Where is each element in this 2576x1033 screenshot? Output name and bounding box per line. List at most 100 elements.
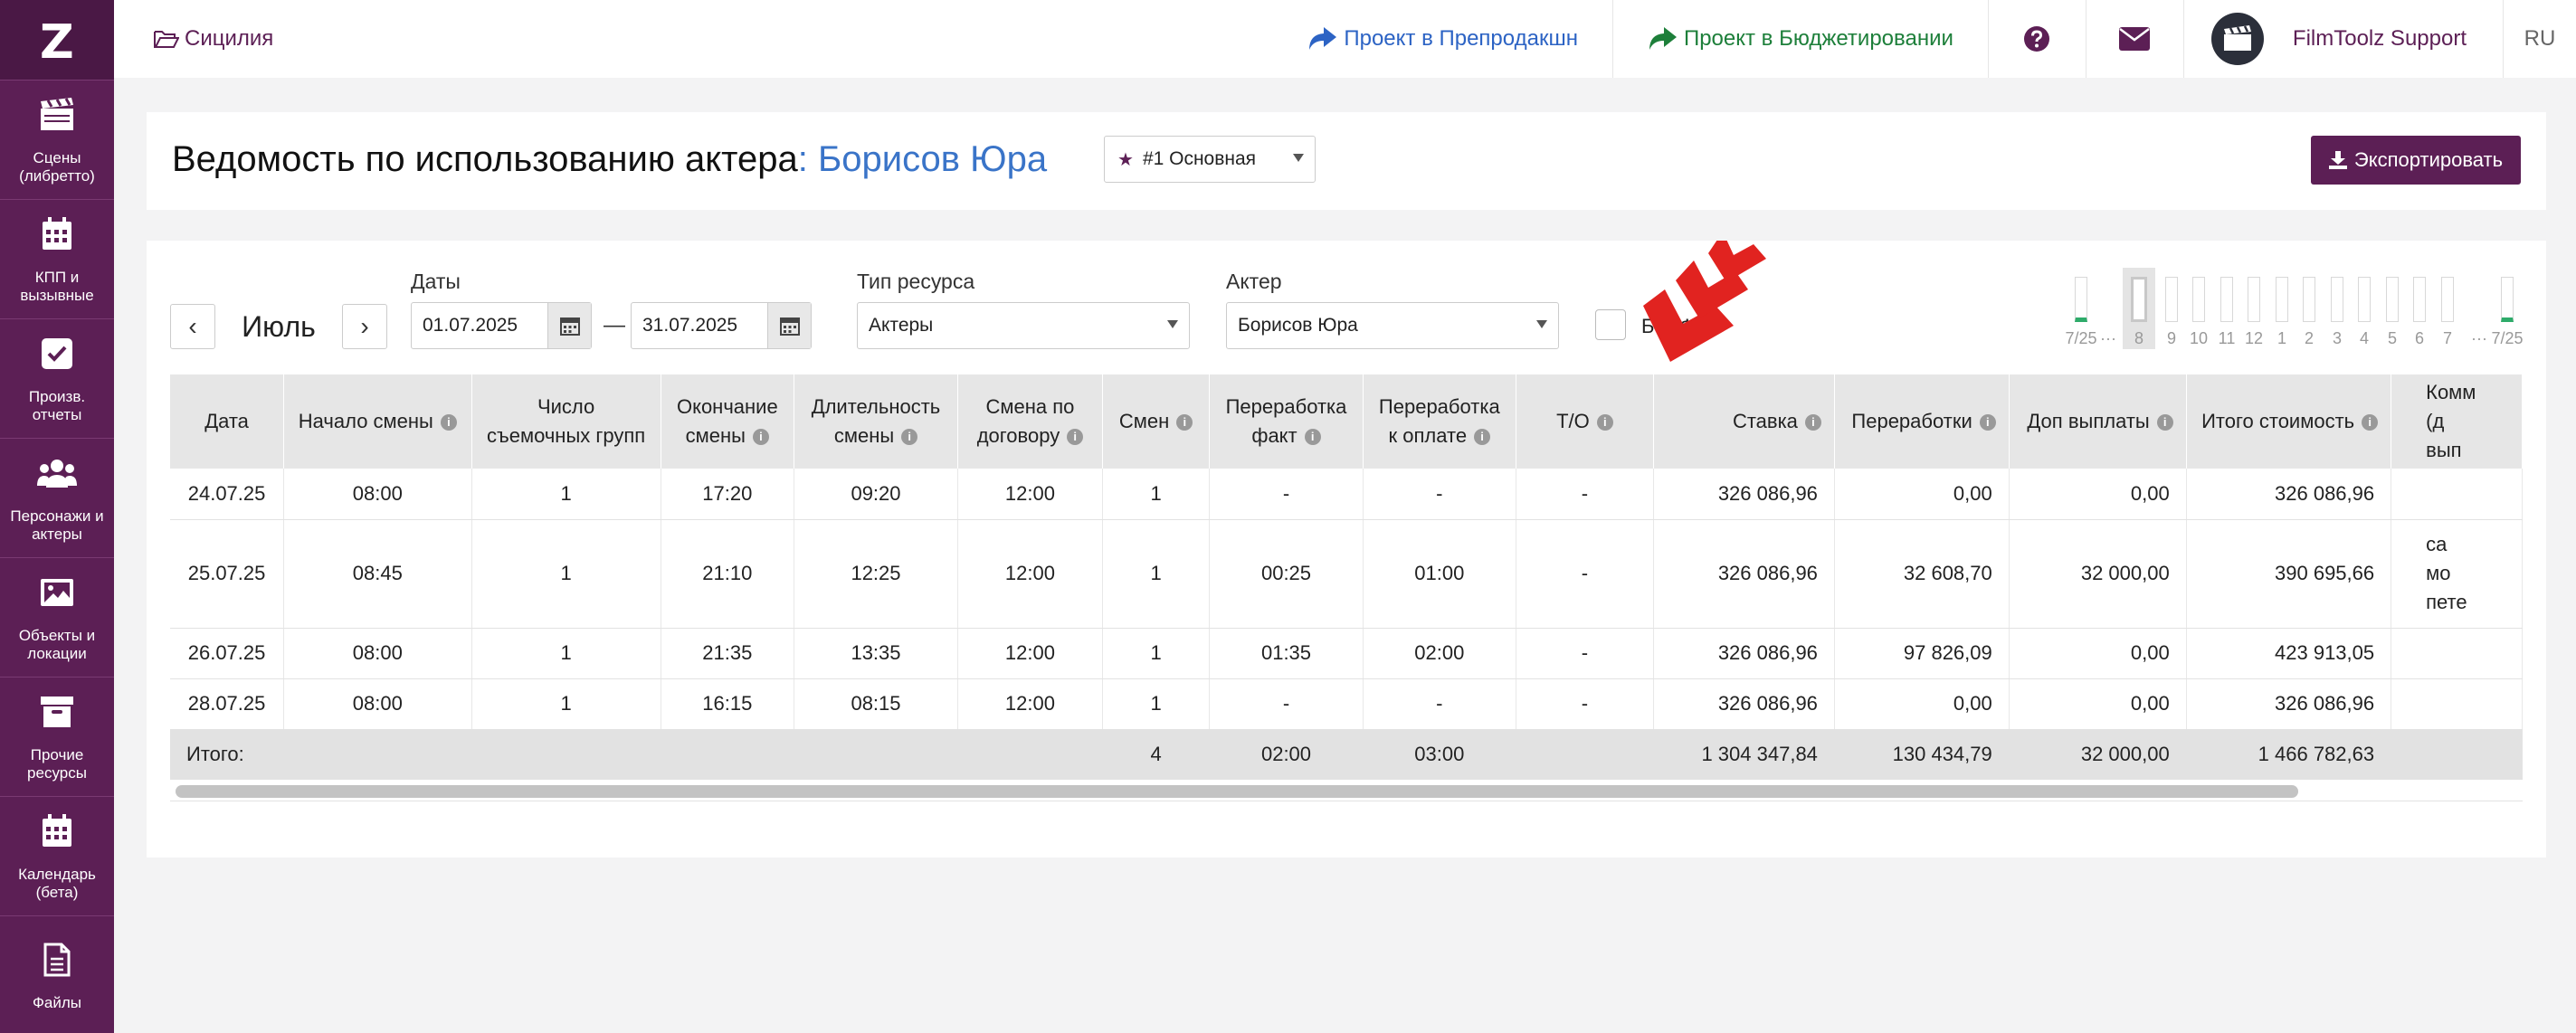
horizontal-scrollbar[interactable] [170,783,2523,801]
user-menu[interactable]: FilmToolz Support [2184,0,2504,78]
version-select[interactable]: ★ #1 Основная [1104,136,1316,183]
timeline-bar[interactable] [2165,277,2178,322]
timeline-bar[interactable] [2220,277,2233,322]
info-icon[interactable]: i [440,414,457,431]
col-end[interactable]: Окончание смены i [661,374,794,469]
col-rate[interactable]: Ставка i [1653,374,1835,469]
col-date[interactable]: Дата [170,374,285,469]
sidebar-item-other-resources[interactable]: Прочие ресурсы [0,677,114,796]
title-colon: : [797,139,808,179]
timeline-bar[interactable] [2276,277,2288,322]
timeline-bar[interactable] [2501,277,2514,322]
info-icon[interactable]: i [1176,414,1193,431]
table-row[interactable]: 24.07.25 08:00 1 17:20 09:20 12:00 1 - -… [170,469,2523,520]
budgeting-link[interactable]: Проект в Бюджетировании [1613,0,1989,78]
next-month-button[interactable]: › [342,304,387,349]
info-icon[interactable]: i [2362,414,2379,431]
cell-rate: 326 086,96 [1653,469,1835,520]
sidebar-item-scenes[interactable]: Сцены (либретто) [0,80,114,199]
sidebar-item-locations[interactable]: Объекты и локации [0,557,114,677]
cell-ot-pay: 02:00 [1363,628,1516,679]
resource-type-select[interactable]: Актеры [857,302,1190,349]
red-arrow-annotation [1643,241,1766,362]
col-ot-pay[interactable]: Переработка к оплате i [1363,374,1516,469]
mini-timeline[interactable]: 7/25 ··· 8 9 10 11 12 1 2 3 4 5 6 7 ··· … [2065,268,2524,358]
cell-ot-fact: 01:35 [1209,628,1364,679]
sidebar-item-label: Календарь (бета) [18,865,96,901]
sidebar-item-label: Персонажи и актеры [10,507,104,543]
table-row[interactable]: 26.07.25 08:00 1 21:35 13:35 12:00 1 01:… [170,628,2523,679]
col-duration[interactable]: Длительность смены i [794,374,959,469]
cell-total: 390 695,66 [2186,519,2392,629]
col-total[interactable]: Итого стоимость i [2186,374,2392,469]
info-icon[interactable]: i [1304,429,1321,446]
total-comment [2391,729,2523,780]
cell-ot-fact: 00:25 [1209,519,1364,629]
actor-label: Актер [1226,270,1282,293]
col-shifts[interactable]: Смен i [1102,374,1211,469]
cell-shifts: 1 [1102,628,1211,679]
info-icon[interactable]: i [2156,414,2173,431]
col-ot-fact[interactable]: Переработка факт i [1209,374,1364,469]
col-comment[interactable]: Комм (д вып [2391,374,2523,469]
timeline-bar[interactable] [2248,277,2260,322]
timeline-bar[interactable] [2303,277,2315,322]
no-fk-checkbox[interactable] [1595,309,1626,340]
preproduction-link[interactable]: Проект в Препродакшн [1273,0,1613,78]
language-switcher[interactable]: RU [2504,26,2576,52]
col-overtime[interactable]: Переработки i [1834,374,2010,469]
table-header-row: Дата Начало смены i Число съемочных групп… [170,374,2523,469]
info-icon[interactable]: i [1804,414,1821,431]
timeline-bar[interactable] [2192,277,2205,322]
timeline-bar[interactable] [2413,277,2426,322]
cell-groups: 1 [471,519,661,629]
export-button[interactable]: Экспортировать [2311,136,2521,185]
info-icon[interactable]: i [1474,429,1491,446]
info-icon[interactable]: i [901,429,918,446]
col-groups[interactable]: Число съемочных групп [471,374,661,469]
sidebar-item-callsheets[interactable]: КПП и вызывные [0,199,114,318]
date-to-input[interactable]: 31.07.2025 [631,302,812,349]
timeline-bar[interactable] [2075,277,2087,322]
sidebar-item-reports[interactable]: Произв. отчеты [0,318,114,438]
cell-total: 326 086,96 [2186,469,2392,520]
col-contract[interactable]: Смена по договору i [957,374,1103,469]
actor-select[interactable]: Борисов Юра [1226,302,1559,349]
table-row[interactable]: 28.07.25 08:00 1 16:15 08:15 12:00 1 - -… [170,678,2523,730]
info-icon[interactable]: i [1979,414,1996,431]
col-to[interactable]: Т/О i [1516,374,1654,469]
col-label: Смена по договору [976,395,1075,447]
messages-button[interactable] [2086,0,2184,78]
col-start[interactable]: Начало смены i [283,374,472,469]
prev-month-button[interactable]: ‹ [170,304,215,349]
sidebar-item-calendar[interactable]: Календарь (бета) [0,796,114,915]
calendar-icon[interactable] [547,303,591,348]
image-icon [37,573,77,612]
timeline-bar[interactable] [2358,277,2371,322]
app-logo[interactable]: Z [0,0,114,80]
help-button[interactable] [1989,0,2086,78]
col-label: Переработка факт [1225,395,1347,447]
sidebar-item-characters[interactable]: Персонажи и актеры [0,438,114,557]
timeline-tick: 8 [2134,329,2143,347]
cell-start: 08:45 [283,519,472,629]
timeline-bar[interactable] [2331,277,2343,322]
sidebar-item-files[interactable]: Файлы [0,915,114,1033]
col-extra[interactable]: Доп выплаты i [2009,374,2187,469]
calendar-icon[interactable] [767,303,811,348]
timeline-bar[interactable] [2386,277,2399,322]
sidebar-item-label: Сцены (либретто) [19,148,95,185]
clapperboard-avatar-icon [2223,25,2251,51]
timeline-bar-selected[interactable] [2131,277,2147,322]
info-icon[interactable]: i [752,429,769,446]
info-icon[interactable]: i [1067,429,1084,446]
table-row[interactable]: 25.07.25 08:45 1 21:10 12:25 12:00 1 00:… [170,519,2523,629]
page-title-actor[interactable]: Борисов Юра [818,139,1047,179]
timeline-bar[interactable] [2441,277,2454,322]
date-from-input[interactable]: 01.07.2025 [411,302,592,349]
project-link[interactable]: Сицилия [154,26,273,52]
scrollbar-thumb[interactable] [176,785,2298,798]
cell-ot-fact: - [1209,678,1364,730]
info-icon[interactable]: i [1596,414,1613,431]
chevron-down-icon [1536,320,1547,328]
